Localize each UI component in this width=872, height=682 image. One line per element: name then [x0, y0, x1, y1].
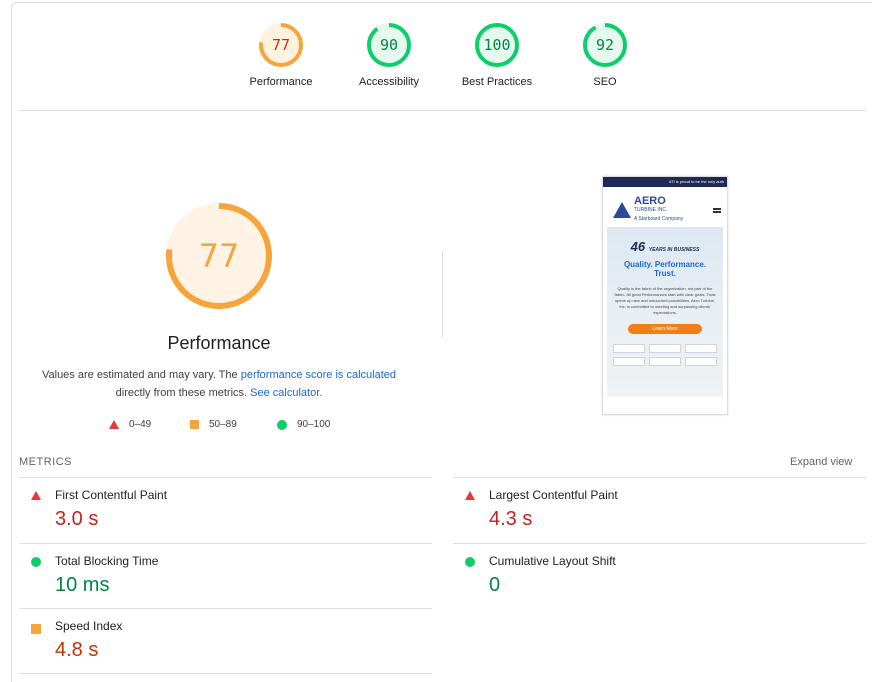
legend-pass-label: 90–100 — [297, 419, 331, 430]
metric-value: 0 — [489, 574, 501, 596]
desc-text: Values are estimated and may vary. The — [41, 369, 241, 381]
gauge-score: 90 — [380, 36, 398, 54]
average-square-icon — [31, 624, 41, 634]
metric-label: Cumulative Layout Shift — [489, 554, 616, 568]
thumb-hero: 46 YEARS IN BUSINESS Quality. Performanc… — [607, 227, 723, 397]
metric-label: Largest Contentful Paint — [489, 488, 618, 502]
gauge-ring: 92 — [583, 23, 627, 67]
legend-fail-label: 0–49 — [129, 419, 152, 430]
performance-description: Values are estimated and may vary. The p… — [19, 366, 419, 402]
hamburger-icon — [713, 207, 721, 213]
score-calculated-link[interactable]: performance score is calculated — [241, 369, 396, 381]
legend-average: 50–89 — [190, 419, 237, 430]
gauge-ring: 100 — [475, 23, 519, 67]
metric-value: 4.8 s — [55, 639, 99, 661]
thumb-years-text: YEARS IN BUSINESS — [648, 247, 700, 253]
see-calculator-link[interactable]: See calculator. — [250, 387, 322, 399]
triangle-icon — [109, 420, 119, 429]
thumb-learn-more-button: Learn More — [628, 324, 702, 334]
category-gauges: 77 Performance 90 Accessibility 100 Best… — [0, 22, 872, 98]
thumb-topbar: ATI is proud to be the only auth — [603, 177, 727, 187]
pass-circle-icon — [465, 557, 475, 567]
gauge-label: SEO — [593, 76, 617, 88]
fail-triangle-icon — [31, 491, 41, 500]
desc-text-2: directly from these metrics. — [115, 387, 251, 399]
legend-average-label: 50–89 — [209, 419, 237, 430]
metric-label: Speed Index — [55, 619, 123, 633]
performance-ring: 77 — [166, 203, 272, 309]
fail-triangle-icon — [465, 491, 475, 500]
thumb-years-number: 46 — [630, 239, 646, 254]
gauge-label: Best Practices — [461, 76, 533, 88]
legend-fail: 0–49 — [109, 419, 151, 430]
performance-gauge-large: 77 — [19, 200, 419, 312]
metric-value: 4.3 s — [489, 508, 533, 530]
gauge-accessibility[interactable]: 90 Accessibility — [334, 22, 444, 88]
pass-circle-icon — [31, 557, 41, 567]
thumb-partner-logos — [607, 334, 723, 366]
square-icon — [190, 420, 199, 429]
partner-logo — [613, 344, 645, 353]
metric-label: Total Blocking Time — [55, 554, 159, 568]
partner-logo — [685, 344, 717, 353]
performance-score: 77 — [199, 237, 240, 275]
final-screenshot-thumbnail[interactable]: ATI is proud to be the only auth AERO TU… — [602, 176, 728, 415]
metric-total-blocking-time[interactable]: Total Blocking Time 10 ms — [19, 543, 432, 609]
partner-logo — [649, 357, 681, 366]
gauge-ring: 90 — [367, 23, 411, 67]
circle-icon — [277, 419, 287, 430]
gauge-score: 100 — [483, 36, 510, 54]
gauge-label: Performance — [249, 76, 313, 88]
thumb-years-badge: 46 YEARS IN BUSINESS — [607, 227, 723, 254]
gauge-label: Accessibility — [359, 76, 419, 88]
aero-logo-icon — [613, 202, 631, 218]
partner-logo — [613, 357, 645, 366]
thumb-brand-tiny: A Starboard Company — [634, 215, 684, 222]
thumb-brand-name: AERO — [634, 194, 666, 207]
gauge-performance[interactable]: 77 Performance — [226, 22, 336, 88]
divider — [19, 110, 866, 111]
thumb-brand: AERO TURBINE INC. A Starboard Company — [634, 194, 684, 224]
vertical-divider — [442, 252, 443, 338]
metric-label: First Contentful Paint — [55, 488, 168, 502]
thumb-tagline-2: Trust. — [654, 269, 676, 278]
thumb-header: AERO TURBINE INC. A Starboard Company — [603, 187, 727, 227]
gauge-score: 77 — [272, 36, 290, 54]
gauge-ring: 77 — [259, 23, 303, 67]
partner-logo — [685, 357, 717, 366]
thumb-copy: Quality is the fabric of the organizatio… — [614, 286, 716, 315]
metric-value: 3.0 s — [55, 508, 99, 530]
expand-view-toggle[interactable]: Expand view — [790, 456, 852, 468]
thumb-tagline: Quality. Performance. Trust. — [607, 260, 723, 278]
thumb-tagline-1: Quality. Performance. — [623, 260, 707, 269]
legend-pass: 90–100 — [277, 419, 330, 430]
metric-speed-index[interactable]: Speed Index 4.8 s — [19, 608, 432, 674]
gauge-seo[interactable]: 92 SEO — [550, 22, 660, 88]
metric-value: 10 ms — [55, 574, 110, 596]
partner-logo — [649, 344, 681, 353]
gauge-best-practices[interactable]: 100 Best Practices — [442, 22, 552, 88]
metrics-heading: METRICS — [19, 456, 72, 468]
gauge-score: 92 — [596, 36, 614, 54]
metric-largest-contentful-paint[interactable]: Largest Contentful Paint 4.3 s — [453, 477, 866, 543]
metric-cumulative-layout-shift[interactable]: Cumulative Layout Shift 0 — [453, 543, 866, 609]
score-legend: 0–49 50–89 90–100 — [0, 419, 440, 435]
thumb-brand-sub: TURBINE INC. — [634, 206, 668, 213]
performance-title: Performance — [167, 333, 271, 353]
metric-first-contentful-paint[interactable]: First Contentful Paint 3.0 s — [19, 477, 432, 543]
